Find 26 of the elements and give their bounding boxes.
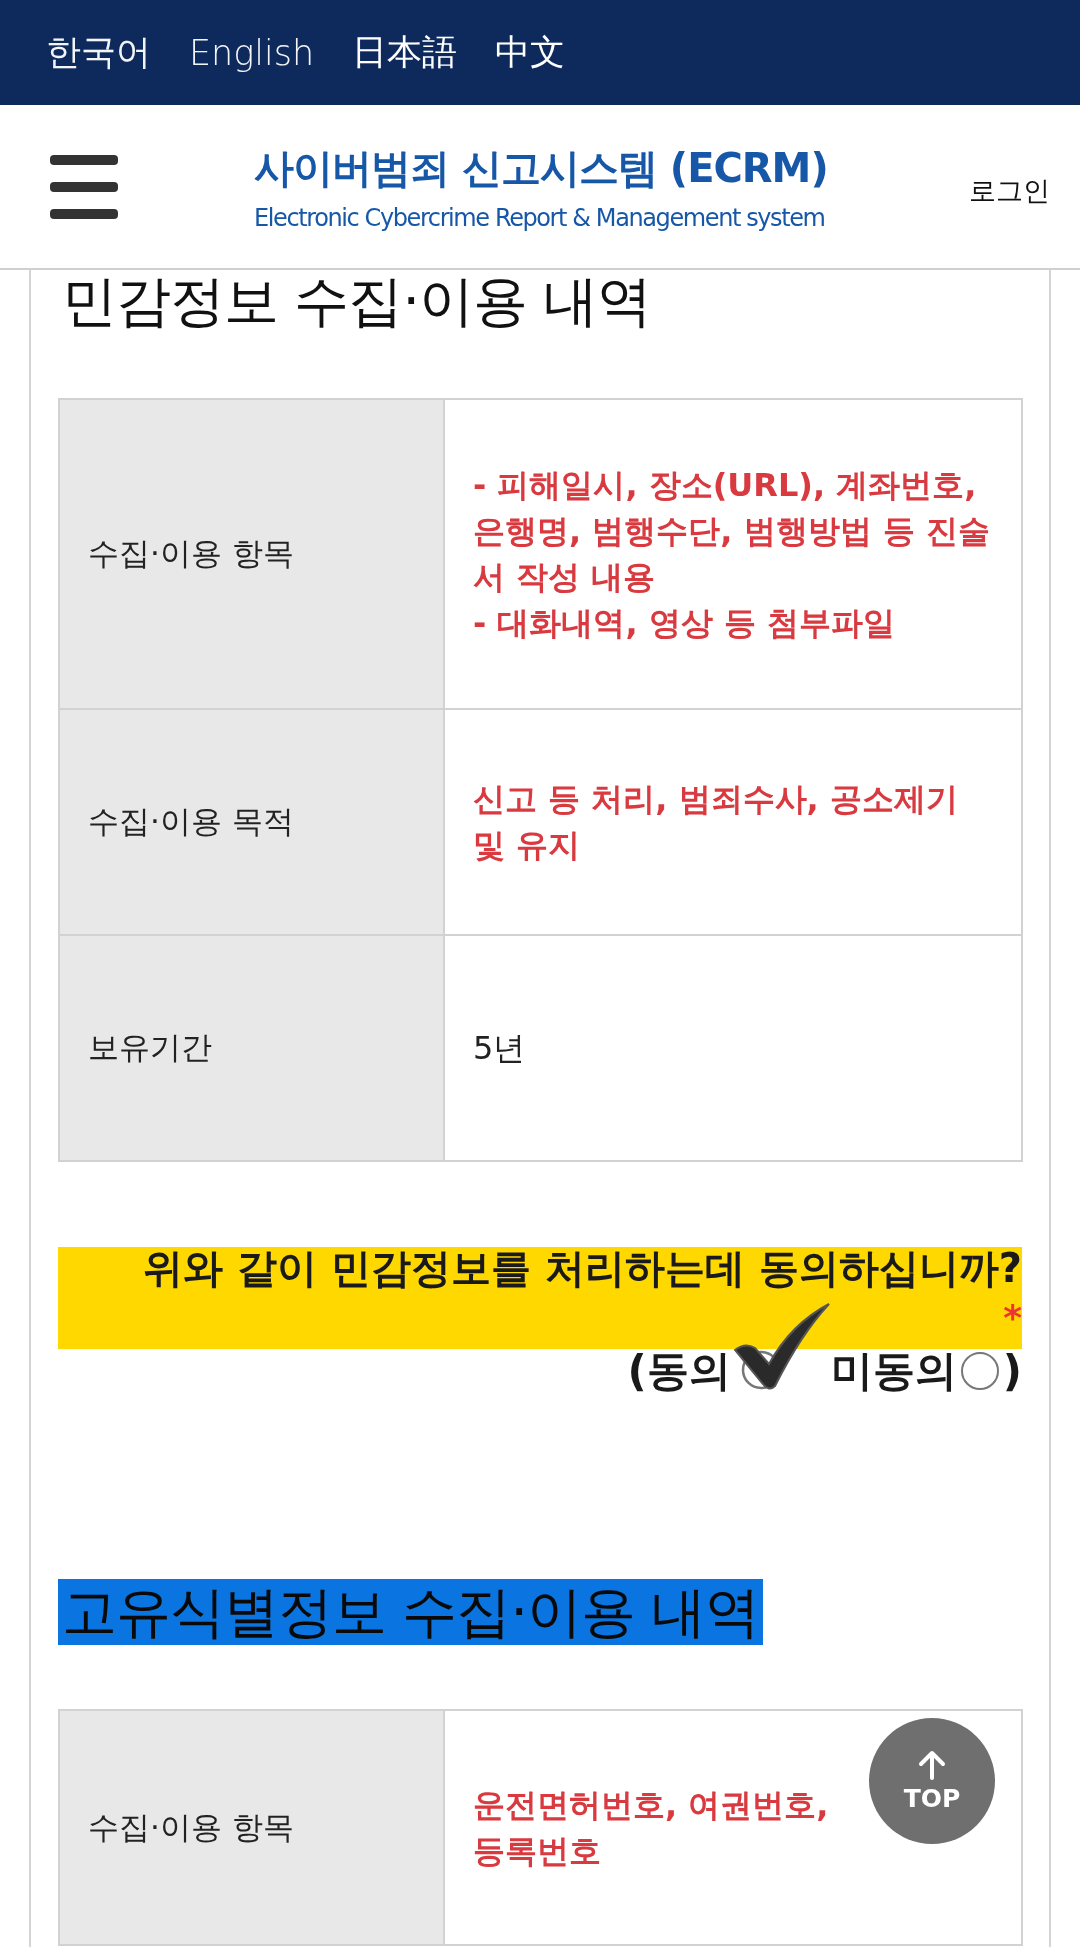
- language-link[interactable]: English: [189, 32, 315, 73]
- site-title[interactable]: 사이버범죄 신고시스템 (ECRM): [254, 141, 828, 196]
- login-link[interactable]: 로그인: [969, 172, 1050, 209]
- table-cell: 수집·이용 항목: [59, 399, 444, 709]
- section-heading: 민감정보 수집·이용 내역: [61, 268, 653, 334]
- bracket: ): [1002, 1346, 1022, 1396]
- radio-button[interactable]: [960, 1352, 999, 1390]
- table-cell: - 피해일시, 장소(URL), 계좌번호, 은행명, 범행수단, 범행방법 등 진술서 작성 내용 - 대화내역, 영상 등 첨부파일: [444, 399, 1022, 709]
- language-link[interactable]: 中文: [495, 29, 566, 76]
- scroll-top-button[interactable]: TOP: [869, 1718, 995, 1844]
- table-cell: 수집·이용 항목: [59, 1710, 444, 1945]
- consent-question: 위와 같이 민감정보를 처리하는데 동의하십니까?: [143, 1245, 1022, 1291]
- section-heading: 고유식별정보 수집·이용 내역: [58, 1579, 764, 1645]
- table-cell: 보유기간: [59, 935, 444, 1161]
- table-cell: 수집·이용 목적: [59, 709, 444, 935]
- table-cell: 신고 등 처리, 범죄수사, 공소제기 및 유지: [444, 709, 1022, 935]
- language-link[interactable]: 한국어: [46, 29, 151, 76]
- menu-icon[interactable]: [50, 154, 118, 219]
- language-link[interactable]: 日本語: [352, 29, 458, 76]
- required-mark: *: [1003, 1297, 1022, 1338]
- bracket: (: [627, 1346, 647, 1396]
- table-cell: 5년: [444, 935, 1022, 1161]
- radio-label[interactable]: 미동의: [830, 1343, 957, 1399]
- site-subtitle: Electronic Cybercrime Report & Management system: [254, 204, 826, 232]
- arrow-up-icon: [917, 1749, 947, 1780]
- radio-label[interactable]: 동의: [646, 1343, 731, 1399]
